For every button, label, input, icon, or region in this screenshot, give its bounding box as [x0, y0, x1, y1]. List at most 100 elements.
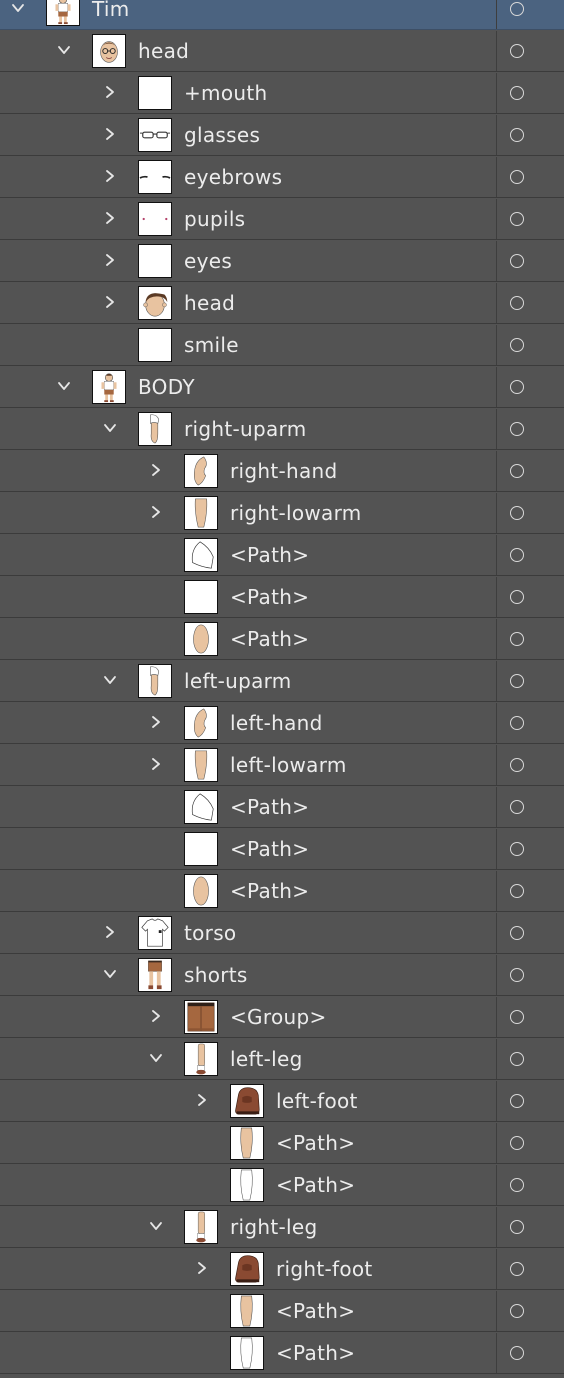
layer-name[interactable]: pupils	[184, 199, 245, 240]
layer-name[interactable]: <Path>	[276, 1333, 355, 1374]
layer-name[interactable]: left-foot	[276, 1081, 358, 1122]
layer-name[interactable]: <Path>	[230, 619, 309, 660]
layer-name[interactable]: left-leg	[230, 1039, 303, 1080]
layer-name[interactable]: <Path>	[230, 829, 309, 870]
chevron-down-icon[interactable]	[53, 39, 75, 61]
layer-name[interactable]: right-leg	[230, 1207, 317, 1248]
target-circle-icon[interactable]	[510, 716, 524, 730]
layer-name[interactable]: shorts	[184, 955, 248, 996]
target-circle-icon[interactable]	[510, 86, 524, 100]
layer-name[interactable]: <Path>	[276, 1165, 355, 1206]
target-circle-icon[interactable]	[510, 296, 524, 310]
layer-row[interactable]: left-uparm	[0, 661, 564, 702]
target-circle-icon[interactable]	[510, 1010, 524, 1024]
layer-name[interactable]: BODY	[138, 367, 195, 408]
layer-name[interactable]: eyes	[184, 241, 232, 282]
chevron-right-icon[interactable]	[145, 459, 167, 481]
layer-name[interactable]: left-hand	[230, 703, 323, 744]
layer-name[interactable]: glasses	[184, 115, 260, 156]
layer-row[interactable]: head	[0, 31, 564, 72]
target-circle-icon[interactable]	[510, 170, 524, 184]
target-circle-icon[interactable]	[510, 1262, 524, 1276]
target-circle-icon[interactable]	[510, 128, 524, 142]
chevron-right-icon[interactable]	[99, 291, 121, 313]
layer-row[interactable]: +mouth	[0, 73, 564, 114]
layer-name[interactable]: head	[184, 283, 235, 324]
target-circle-icon[interactable]	[510, 464, 524, 478]
target-circle-icon[interactable]	[510, 380, 524, 394]
layer-row[interactable]: Tim	[0, 0, 564, 30]
layer-row[interactable]: right-uparm	[0, 409, 564, 450]
layer-row[interactable]: BODY	[0, 367, 564, 408]
layer-name[interactable]: +mouth	[184, 73, 267, 114]
chevron-right-icon[interactable]	[99, 81, 121, 103]
layer-row[interactable]: right-leg	[0, 1207, 564, 1248]
chevron-down-icon[interactable]	[99, 417, 121, 439]
layer-name[interactable]: right-lowarm	[230, 493, 362, 534]
target-circle-icon[interactable]	[510, 674, 524, 688]
chevron-down-icon[interactable]	[99, 963, 121, 985]
layer-row[interactable]: head	[0, 283, 564, 324]
layer-name[interactable]: right-uparm	[184, 409, 307, 450]
chevron-right-icon[interactable]	[191, 1089, 213, 1111]
target-circle-icon[interactable]	[510, 1220, 524, 1234]
chevron-right-icon[interactable]	[145, 1005, 167, 1027]
layer-name[interactable]: <Path>	[230, 535, 309, 576]
target-circle-icon[interactable]	[510, 926, 524, 940]
target-circle-icon[interactable]	[510, 884, 524, 898]
layer-row[interactable]: <Path>	[0, 871, 564, 912]
target-circle-icon[interactable]	[510, 1178, 524, 1192]
target-circle-icon[interactable]	[510, 254, 524, 268]
target-circle-icon[interactable]	[510, 632, 524, 646]
target-circle-icon[interactable]	[510, 2, 524, 16]
target-circle-icon[interactable]	[510, 758, 524, 772]
layer-row[interactable]: <Path>	[0, 577, 564, 618]
layer-name[interactable]: right-foot	[276, 1249, 373, 1290]
layer-name[interactable]: right-hand	[230, 451, 338, 492]
layer-name[interactable]: eyebrows	[184, 157, 282, 198]
layer-row[interactable]: left-foot	[0, 1081, 564, 1122]
layer-row[interactable]: right-lowarm	[0, 493, 564, 534]
layer-row[interactable]: right-hand	[0, 451, 564, 492]
chevron-down-icon[interactable]	[99, 669, 121, 691]
layer-name[interactable]: smile	[184, 325, 239, 366]
layer-row[interactable]: pupils	[0, 199, 564, 240]
layer-row[interactable]: <Path>	[0, 787, 564, 828]
chevron-down-icon[interactable]	[53, 375, 75, 397]
layer-row[interactable]: <Path>	[0, 1333, 564, 1374]
layer-row[interactable]: right-foot	[0, 1249, 564, 1290]
target-circle-icon[interactable]	[510, 968, 524, 982]
chevron-right-icon[interactable]	[191, 1257, 213, 1279]
layer-row[interactable]: eyes	[0, 241, 564, 282]
layer-row[interactable]: eyebrows	[0, 157, 564, 198]
layer-row[interactable]: left-leg	[0, 1039, 564, 1080]
layer-name[interactable]: torso	[184, 913, 236, 954]
chevron-down-icon[interactable]	[145, 1215, 167, 1237]
target-circle-icon[interactable]	[510, 44, 524, 58]
target-circle-icon[interactable]	[510, 212, 524, 226]
layer-row[interactable]: torso	[0, 913, 564, 954]
layer-row[interactable]: <Group>	[0, 997, 564, 1038]
chevron-right-icon[interactable]	[145, 711, 167, 733]
target-circle-icon[interactable]	[510, 422, 524, 436]
target-circle-icon[interactable]	[510, 590, 524, 604]
layer-name[interactable]: head	[138, 31, 189, 72]
target-circle-icon[interactable]	[510, 338, 524, 352]
layer-row[interactable]: left-lowarm	[0, 745, 564, 786]
layer-row[interactable]: <Path>	[0, 1123, 564, 1164]
layer-row[interactable]: shorts	[0, 955, 564, 996]
chevron-right-icon[interactable]	[99, 165, 121, 187]
layer-name[interactable]: <Path>	[276, 1291, 355, 1332]
layer-row[interactable]: <Path>	[0, 535, 564, 576]
target-circle-icon[interactable]	[510, 800, 524, 814]
layer-name[interactable]: <Path>	[276, 1123, 355, 1164]
chevron-right-icon[interactable]	[99, 921, 121, 943]
target-circle-icon[interactable]	[510, 548, 524, 562]
layer-name[interactable]: left-uparm	[184, 661, 292, 702]
chevron-down-icon[interactable]	[145, 1047, 167, 1069]
target-circle-icon[interactable]	[510, 1304, 524, 1318]
target-circle-icon[interactable]	[510, 1094, 524, 1108]
chevron-right-icon[interactable]	[99, 249, 121, 271]
layer-name[interactable]: <Group>	[230, 997, 327, 1038]
chevron-right-icon[interactable]	[145, 753, 167, 775]
